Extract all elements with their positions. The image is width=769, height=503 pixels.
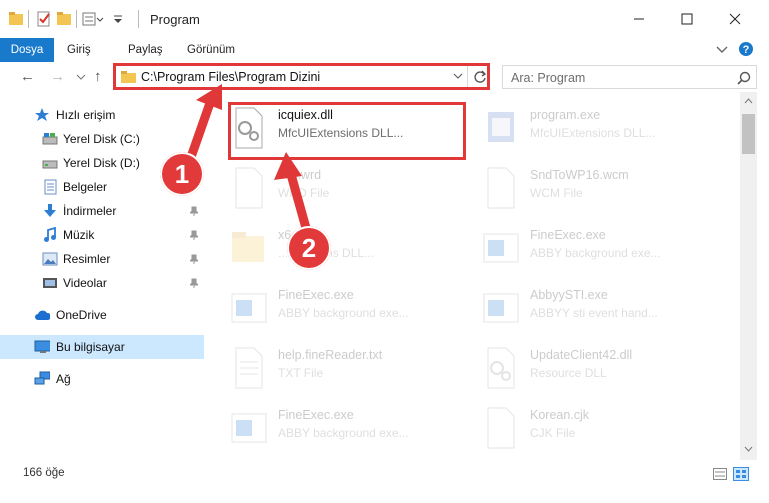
computer-icon <box>34 340 50 353</box>
pin-icon[interactable] <box>190 254 198 264</box>
file-item-updateclient42-dll[interactable]: UpdateClient42.dll Resource DLL <box>472 340 712 396</box>
generic-file-icon <box>487 407 515 449</box>
cloud-icon <box>35 310 50 320</box>
scroll-up-icon[interactable] <box>744 98 753 104</box>
status-bar: 166 öğe <box>0 460 769 503</box>
nav-downloads[interactable]: İndirmeler <box>0 199 204 223</box>
minimize-icon <box>634 18 644 20</box>
tab-home[interactable]: Giriş <box>67 38 91 62</box>
properties-icon[interactable] <box>36 10 52 28</box>
nav-this-pc[interactable]: Bu bilgisayar <box>0 335 204 359</box>
text-file-icon <box>235 347 263 389</box>
nav-local-disk-c[interactable]: Yerel Disk (C:) <box>0 127 204 151</box>
pictures-icon <box>42 252 58 266</box>
back-arrow-icon[interactable]: ← <box>20 68 35 85</box>
nav-music[interactable]: Müzik <box>0 223 204 247</box>
scroll-thumb[interactable] <box>742 114 755 154</box>
file-item-help-txt[interactable]: help.fineReader.txt TXT File <box>220 340 460 396</box>
expand-ribbon-icon[interactable] <box>716 45 728 55</box>
nav-onedrive[interactable]: OneDrive <box>0 303 204 327</box>
search-icon[interactable] <box>737 71 751 85</box>
file-item-fineexec-exe[interactable]: FineExec.exe ABBY background exe... <box>472 220 712 276</box>
folder-icon <box>232 232 264 262</box>
videos-icon <box>43 278 57 288</box>
drive-icon <box>42 160 58 169</box>
generic-file-icon <box>487 167 515 209</box>
file-highlight <box>228 102 466 160</box>
minimize-button[interactable] <box>616 0 662 38</box>
exe-file-icon <box>231 293 267 323</box>
nav-quick-access[interactable]: Hızlı erişim <box>0 103 204 127</box>
file-explorer-window: Program Dosya Giriş Paylaş Görünüm ? ← →… <box>0 0 769 503</box>
new-folder-icon[interactable] <box>56 10 72 28</box>
step-2-badge: 2 <box>287 226 331 270</box>
exe-file-icon <box>483 293 519 323</box>
exe-file-icon <box>483 233 519 263</box>
nav-network[interactable]: Ağ <box>0 367 204 391</box>
exe-file-icon <box>488 112 514 142</box>
file-item-program-exe[interactable]: program.exe MfcUIExtensions DLL... <box>472 100 712 156</box>
dll-file-icon <box>487 347 515 389</box>
customize-toolbar-icon[interactable] <box>82 10 104 28</box>
large-icons-view-icon[interactable] <box>733 467 749 481</box>
divider <box>76 10 77 28</box>
address-bar-highlight <box>113 63 490 90</box>
exe-file-icon <box>231 413 267 443</box>
nav-videos[interactable]: Videolar <box>0 271 204 295</box>
generic-file-icon <box>235 167 263 209</box>
divider <box>138 10 139 28</box>
tab-file[interactable]: Dosya <box>0 38 54 62</box>
recent-locations-icon[interactable] <box>76 74 86 82</box>
dropdown-icon[interactable] <box>112 10 124 28</box>
file-item-fineexec-exe[interactable]: FineExec.exe ABBY background exe... <box>220 280 460 336</box>
pin-icon[interactable] <box>190 278 198 288</box>
step-1-badge: 1 <box>160 152 204 196</box>
file-item-abbyysti-exe[interactable]: AbbyySTI.exe ABBYY sti event hand... <box>472 280 712 336</box>
documents-icon <box>44 179 57 195</box>
help-icon[interactable]: ? <box>738 41 754 57</box>
divider <box>28 10 29 28</box>
folder-icon <box>9 12 23 25</box>
up-arrow-icon[interactable]: ↑ <box>94 68 102 85</box>
maximize-button[interactable] <box>664 0 710 38</box>
music-note-icon <box>44 227 56 242</box>
tab-share[interactable]: Paylaş <box>128 38 163 62</box>
pin-icon[interactable] <box>190 230 198 240</box>
file-item-x6[interactable]: x6... ...xtensions DLL... <box>220 220 460 276</box>
vertical-scrollbar[interactable] <box>740 92 757 460</box>
file-item-korean-cjk[interactable]: Korean.cjk CJK File <box>472 400 712 456</box>
title-bar: Program <box>0 0 769 38</box>
item-count: 166 öğe <box>23 467 65 479</box>
close-button[interactable] <box>712 0 758 38</box>
download-arrow-icon <box>44 204 56 217</box>
close-icon <box>729 13 741 25</box>
tab-view[interactable]: Görünüm <box>187 38 235 62</box>
maximize-icon <box>681 13 693 25</box>
ribbon-tabs: Dosya Giriş Paylaş Görünüm ? <box>0 38 769 62</box>
drive-icon <box>42 133 58 145</box>
window-title: Program <box>150 12 200 27</box>
search-box[interactable]: Ara: Program <box>502 65 757 89</box>
pin-icon[interactable] <box>190 206 198 216</box>
scroll-down-icon[interactable] <box>744 446 753 452</box>
forward-arrow-icon[interactable]: → <box>50 68 65 85</box>
file-item-fineexec-exe[interactable]: FineExec.exe ABBY background exe... <box>220 400 460 456</box>
file-item-wrd[interactable]: ...ic.wrd WRD File <box>220 160 460 216</box>
search-placeholder[interactable]: Ara: Program <box>511 71 585 85</box>
star-icon <box>35 108 49 121</box>
network-icon <box>34 371 50 385</box>
nav-pictures[interactable]: Resimler <box>0 247 204 271</box>
details-view-icon[interactable] <box>713 468 727 480</box>
svg-text:?: ? <box>743 44 750 56</box>
file-item-sndtowp16-wcm[interactable]: SndToWP16.wcm WCM File <box>472 160 712 216</box>
